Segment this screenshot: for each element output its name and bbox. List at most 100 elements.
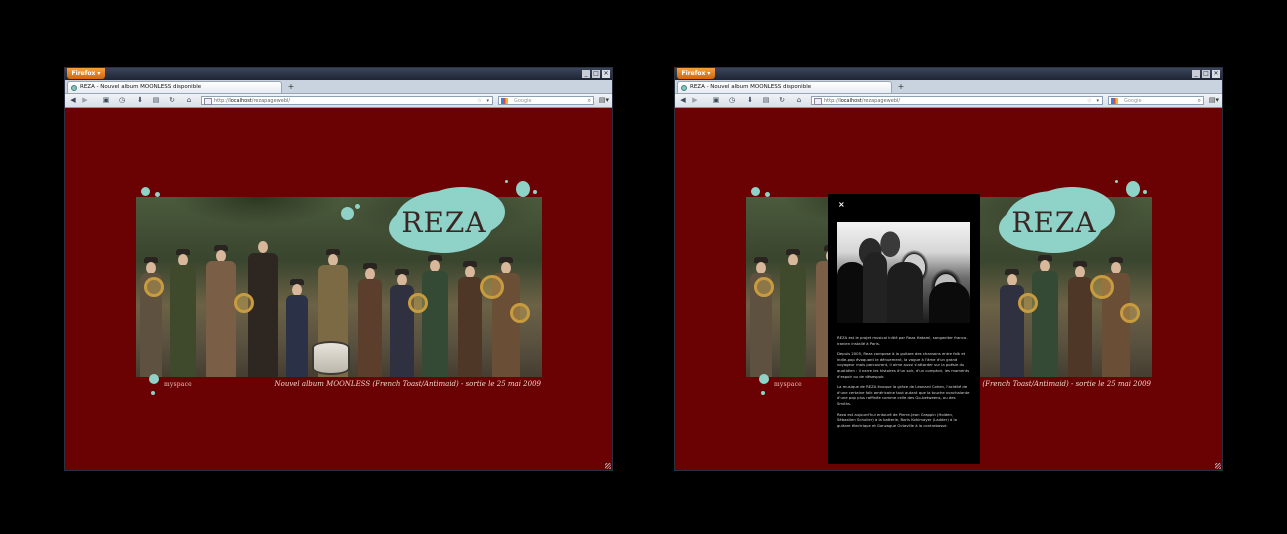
decorative-bubble	[149, 374, 159, 384]
album-announcement: Nouvel album MOONLESS (French Toast/Anti…	[274, 380, 541, 388]
favicon-icon	[71, 85, 77, 91]
decorative-bubble	[761, 391, 765, 395]
decorative-bubble	[151, 391, 155, 395]
brass-instrument	[1090, 275, 1114, 299]
brass-instrument	[234, 293, 254, 313]
star-icon[interactable]: ☆	[1087, 97, 1092, 105]
close-icon[interactable]: ×	[838, 200, 845, 210]
decorative-bubble	[155, 192, 160, 197]
close-icon[interactable]: ✕	[602, 70, 610, 78]
url-prefix: http://	[214, 98, 230, 104]
new-tab-button[interactable]: +	[286, 82, 296, 92]
sidebar-icon[interactable]: ▣	[711, 96, 721, 105]
band-member-figure	[390, 269, 414, 377]
myspace-link[interactable]: myspace	[774, 381, 802, 388]
minimize-icon[interactable]: _	[1192, 70, 1200, 78]
history-icon[interactable]: ◷	[117, 96, 127, 105]
brass-instrument	[480, 275, 504, 299]
back-icon[interactable]: ◀	[68, 96, 78, 105]
resize-grip-icon[interactable]	[605, 463, 611, 469]
reload-icon[interactable]: ↻	[777, 96, 787, 105]
band-member-figure	[458, 261, 482, 377]
bio-paragraph: REZA est le projet musical initié par Re…	[837, 335, 968, 346]
decorative-bubble	[516, 181, 530, 197]
new-tab-button[interactable]: +	[896, 82, 906, 92]
navigation-toolbar: ◀ ▶ ▣ ◷ ⬇ ▤ ↻ ⌂ http://localhost/rezapag…	[675, 94, 1222, 108]
sidebar-icon[interactable]: ▣	[101, 96, 111, 105]
bio-paragraph: Depuis 2005, Reza compose à la guitare d…	[837, 351, 970, 379]
minimize-icon[interactable]: _	[582, 70, 590, 78]
firefox-menu-button[interactable]: Firefox ▾	[67, 68, 105, 79]
search-input[interactable]: Google ⌕	[1108, 96, 1204, 105]
search-input[interactable]: Google ⌕	[498, 96, 594, 105]
decorative-bubble	[759, 374, 769, 384]
url-prefix: http://	[824, 98, 840, 104]
screenshot-icon[interactable]: ▤	[761, 96, 771, 105]
url-path: /rezapagewebl/	[251, 98, 291, 104]
band-member-figure	[422, 255, 448, 377]
url-bar[interactable]: http://localhost/rezapagewebl/ ☆ ▾	[201, 96, 493, 105]
window-controls: _ □ ✕	[582, 70, 610, 78]
brass-instrument	[754, 277, 774, 297]
window-controls: _ □ ✕	[1192, 70, 1220, 78]
tab-reza[interactable]: REZA - Nouvel album MOONLESS disponible	[677, 81, 892, 93]
browser-window-right: Firefox ▾ _ □ ✕ REZA - Nouvel album MOON…	[674, 67, 1223, 471]
chevron-down-icon[interactable]: ▾	[1096, 97, 1099, 105]
decorative-bubble	[533, 190, 537, 194]
decorative-bubble	[765, 192, 770, 197]
url-host: localhost	[229, 98, 252, 104]
band-member-figure	[206, 245, 236, 377]
home-icon[interactable]: ⌂	[794, 96, 804, 105]
bio-paragraph: La musique de REZA évoque la grâce de Le…	[837, 384, 970, 406]
band-member-figure	[1000, 269, 1024, 377]
decorative-bubble	[1115, 180, 1118, 183]
title-bar: Firefox ▾ _ □ ✕	[65, 68, 612, 80]
url-bar[interactable]: http://localhost/rezapagewebl/ ☆ ▾	[811, 96, 1103, 105]
google-icon[interactable]	[501, 98, 508, 104]
search-placeholder: Google	[1124, 98, 1142, 104]
google-icon[interactable]	[1111, 98, 1118, 104]
history-icon[interactable]: ◷	[727, 96, 737, 105]
bio-lightbox: × REZA est le projet musical initié par …	[828, 194, 980, 464]
tab-reza[interactable]: REZA - Nouvel album MOONLESS disponible	[67, 81, 282, 93]
decorative-bubble	[141, 187, 150, 196]
url-host: localhost	[839, 98, 862, 104]
menu-icon[interactable]: ▤▾	[599, 96, 609, 105]
navigation-toolbar: ◀ ▶ ▣ ◷ ⬇ ▤ ↻ ⌂ http://localhost/rezapag…	[65, 94, 612, 108]
reload-icon[interactable]: ↻	[167, 96, 177, 105]
reza-logo[interactable]: REZA	[395, 191, 493, 253]
band-portrait-photo	[837, 222, 970, 323]
search-icon[interactable]: ⌕	[588, 97, 591, 105]
download-icon[interactable]: ⬇	[745, 96, 755, 105]
tab-bar: REZA - Nouvel album MOONLESS disponible …	[675, 80, 1222, 94]
reza-logo[interactable]: REZA	[1005, 191, 1103, 253]
myspace-link[interactable]: myspace	[164, 381, 192, 388]
bio-paragraph: Reza est aujourd'hui entouré de Pierre-J…	[837, 411, 957, 428]
download-icon[interactable]: ⬇	[135, 96, 145, 105]
tab-bar: REZA - Nouvel album MOONLESS disponible …	[65, 80, 612, 94]
band-member-figure	[286, 279, 308, 377]
decorative-bubble	[1126, 181, 1140, 197]
home-icon[interactable]: ⌂	[184, 96, 194, 105]
back-icon[interactable]: ◀	[678, 96, 688, 105]
resize-grip-icon[interactable]	[1215, 463, 1221, 469]
decorative-bubble	[355, 204, 360, 209]
menu-icon[interactable]: ▤▾	[1209, 96, 1219, 105]
firefox-menu-button[interactable]: Firefox ▾	[677, 68, 715, 79]
page-icon	[814, 98, 822, 105]
brass-instrument	[1018, 293, 1038, 313]
forward-icon[interactable]: ▶	[80, 96, 90, 105]
search-placeholder: Google	[514, 98, 532, 104]
forward-icon[interactable]: ▶	[690, 96, 700, 105]
brass-instrument	[510, 303, 530, 323]
band-member-figure	[750, 257, 772, 377]
star-icon[interactable]: ☆	[477, 97, 482, 105]
screenshot-icon[interactable]: ▤	[151, 96, 161, 105]
maximize-icon[interactable]: □	[592, 70, 600, 78]
maximize-icon[interactable]: □	[1202, 70, 1210, 78]
decorative-bubble	[505, 180, 508, 183]
search-icon[interactable]: ⌕	[1198, 97, 1201, 105]
band-member-figure	[1068, 261, 1092, 377]
close-icon[interactable]: ✕	[1212, 70, 1220, 78]
chevron-down-icon[interactable]: ▾	[486, 97, 489, 105]
